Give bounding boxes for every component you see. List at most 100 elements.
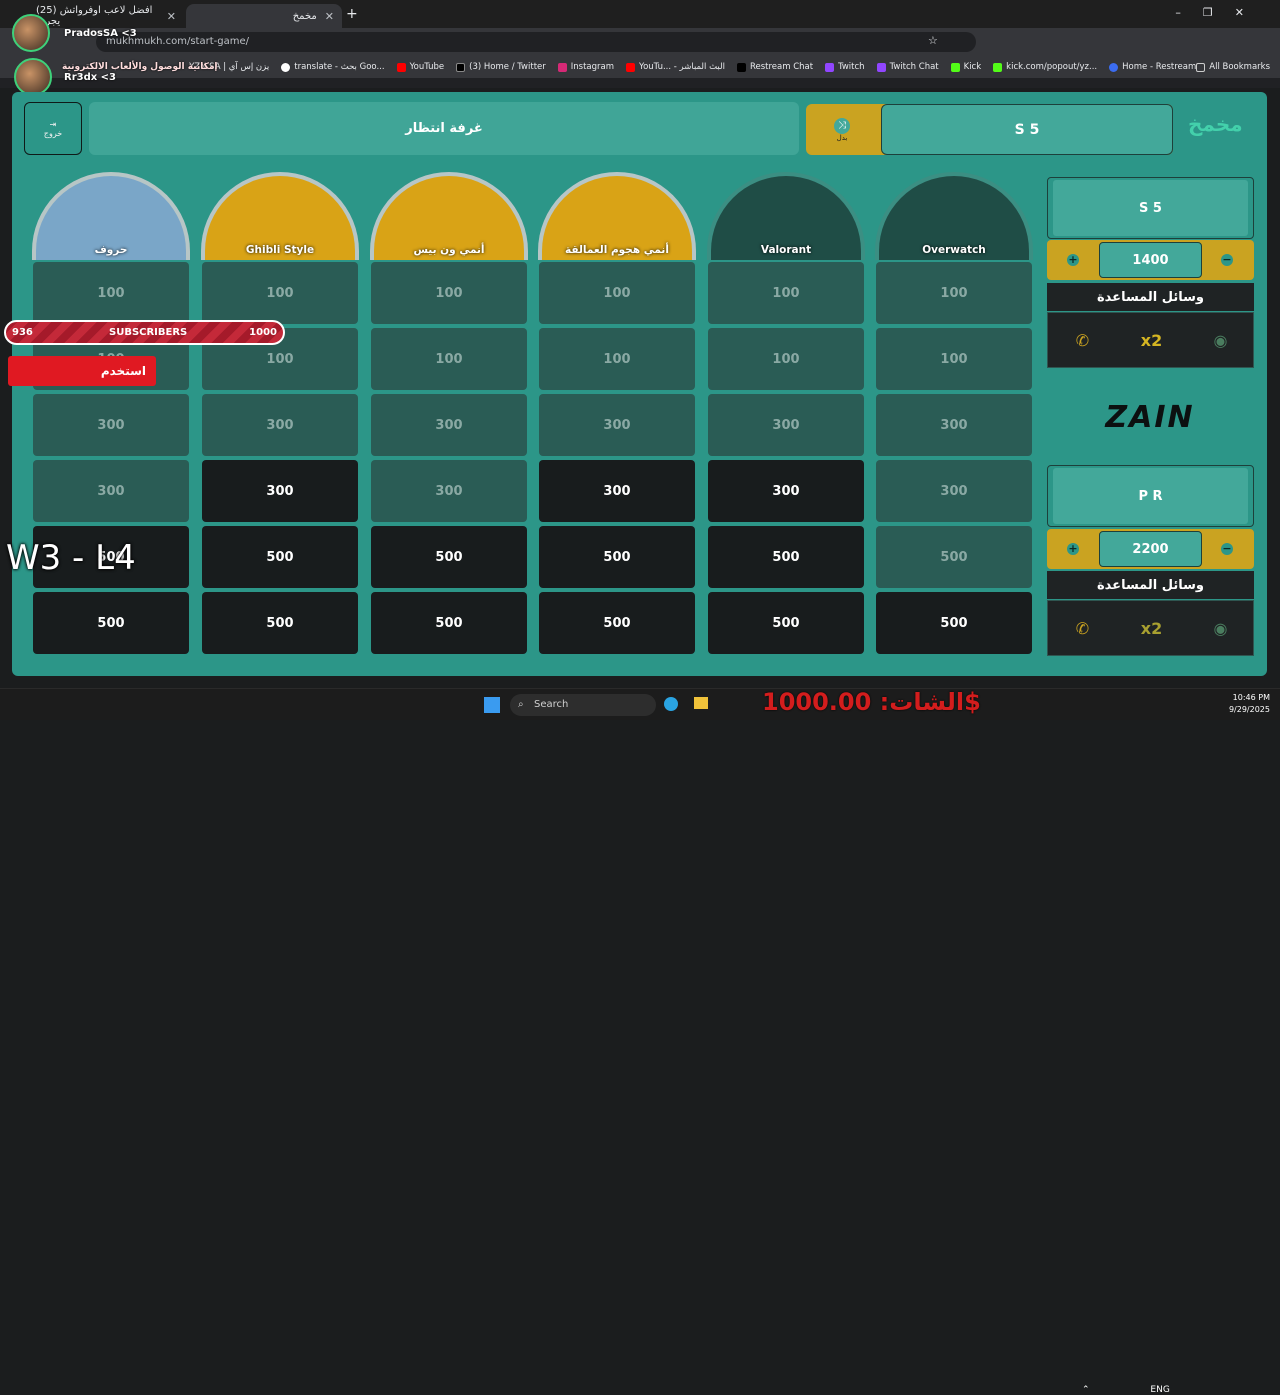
minus-icon[interactable]: − [1221,543,1233,555]
star-icon[interactable]: ☆ [928,34,938,47]
question-cell[interactable]: 300 [876,460,1032,522]
swap-button[interactable]: ⤨ بدل [826,118,858,144]
bookmark[interactable]: kick.com/popout/yz... [993,62,1097,72]
question-cell[interactable]: 100 [708,328,864,390]
question-cell[interactable]: 300 [539,394,695,456]
restream-icon [736,62,746,72]
folder-icon[interactable] [694,697,708,709]
bookmark[interactable]: (3) Home / Twitter [456,62,546,72]
question-cell[interactable]: 100 [371,328,527,390]
tab-mukhmukh[interactable]: مخمخ ✕ [186,4,342,28]
question-cell[interactable]: 300 [876,394,1032,456]
team2-score: 2200 [1099,531,1202,567]
question-cell[interactable]: 100 [708,262,864,324]
tab-youtube[interactable]: (25) افضل لاعب اوفرواتش يجرب ✕ [28,4,184,28]
question-cell[interactable]: 300 [33,460,189,522]
question-cell[interactable]: 500 [708,592,864,654]
all-bookmarks[interactable]: All Bookmarks [1196,62,1270,72]
avatar [12,14,50,52]
question-cell[interactable]: 100 [371,262,527,324]
exit-button[interactable]: ⇥ خروج [24,102,82,155]
bookmark[interactable]: YouTu... - البث المباشر [626,62,725,72]
bookmark-label: Home - Restream [1122,62,1197,72]
hole-icon[interactable]: ◉ [1186,601,1255,655]
taskbar: ⌕ Search ⌃ ENG [0,688,1280,1395]
question-cell[interactable]: 500 [33,592,189,654]
bookmark[interactable]: translate - بحث Goo... [281,62,385,72]
question-cell[interactable]: 300 [708,460,864,522]
hole-icon[interactable]: ◉ [1186,313,1255,367]
taskbar-search[interactable]: ⌕ Search [510,694,656,716]
category-title: Valorant [760,244,812,256]
question-cell[interactable]: 500 [371,526,527,588]
question-cell[interactable]: 500 [539,592,695,654]
question-cell[interactable]: 100 [876,262,1032,324]
restream-icon [1109,62,1119,72]
language[interactable]: ENG [1150,1385,1169,1395]
question-cell[interactable]: 300 [371,394,527,456]
question-cell[interactable]: 100 [33,262,189,324]
bookmark-label: Restream Chat [749,62,814,72]
question-cell[interactable]: 500 [876,526,1032,588]
question-cell[interactable]: 300 [202,394,358,456]
new-tab-icon[interactable]: + [346,6,358,22]
subs-current: 936 [12,327,33,338]
question-cell[interactable]: 300 [202,460,358,522]
bookmark[interactable]: Instagram [557,62,614,72]
exit-label: خروج [43,128,63,138]
question-cell[interactable]: 500 [708,526,864,588]
team2-help-row: ✆ x2 ◉ [1047,600,1254,656]
category-title: أنمي ون بيس [413,244,485,256]
double-icon[interactable]: x2 [1117,313,1186,367]
question-cell[interactable]: 300 [708,394,864,456]
call-friend-icon[interactable]: ✆ [1048,601,1117,655]
question-cell[interactable]: 500 [539,526,695,588]
category-title: Ghibli Style [245,244,315,256]
team2-help-title: وسائل المساعدة [1047,571,1254,599]
window-controls[interactable]: –❐✕ [1175,6,1266,19]
bookmark[interactable]: Restream Chat [736,62,814,72]
team2-name: P R [1053,468,1248,524]
start-icon[interactable] [484,697,500,713]
chevron-up-icon[interactable]: ⌃ [1082,1385,1090,1395]
bookmark[interactable]: YouTube [396,62,444,72]
question-cell[interactable]: 500 [202,592,358,654]
bookmark[interactable]: Twitch Chat [876,62,939,72]
close-icon[interactable]: ✕ [325,10,334,23]
kick-icon [993,62,1003,72]
streamer-name: Rr3dx <3 [64,72,117,83]
question-cell[interactable]: 500 [202,526,358,588]
question-cell[interactable]: 500 [371,592,527,654]
question-cell[interactable]: 100 [539,328,695,390]
bookmark[interactable]: Home - Restream [1109,62,1196,72]
question-cell[interactable]: 500 [876,592,1032,654]
win-loss-overlay: W3 - L4 [6,538,136,578]
swap-icon: ⤨ [834,118,850,134]
bookmark-label: Twitch Chat [889,62,939,72]
question-cell[interactable]: 100 [202,262,358,324]
chat-amount-overlay: الشات: 1000.00$ [762,688,981,716]
question-cell[interactable]: 300 [371,460,527,522]
clock[interactable]: 10:46 PM 9/29/2025 [1229,692,1270,716]
current-team-name: S 5 [881,104,1173,155]
team1-name: S 5 [1053,180,1248,236]
plus-icon[interactable]: + [1067,543,1079,555]
double-icon[interactable]: x2 [1117,601,1186,655]
team1-score: 1400 [1099,242,1202,278]
team1-help-row: ✆ x2 ◉ [1047,312,1254,368]
edge-icon[interactable] [664,697,678,711]
bookmark[interactable]: Twitch [825,62,865,72]
url-field[interactable]: mukhmukh.com/start-game/ [96,32,976,52]
call-friend-icon[interactable]: ✆ [1048,313,1117,367]
minus-icon[interactable]: − [1221,254,1233,266]
question-cell[interactable]: 300 [33,394,189,456]
waiting-room-button[interactable]: غرفة انتظار [89,102,799,155]
bookmark[interactable]: Kick [950,62,981,72]
question-cell[interactable]: 100 [876,328,1032,390]
question-cell[interactable]: 100 [539,262,695,324]
use-button: استخدم [8,356,156,386]
question-cell[interactable]: 300 [539,460,695,522]
date: 9/29/2025 [1228,705,1270,714]
plus-icon[interactable]: + [1067,254,1079,266]
close-icon[interactable]: ✕ [167,10,176,23]
